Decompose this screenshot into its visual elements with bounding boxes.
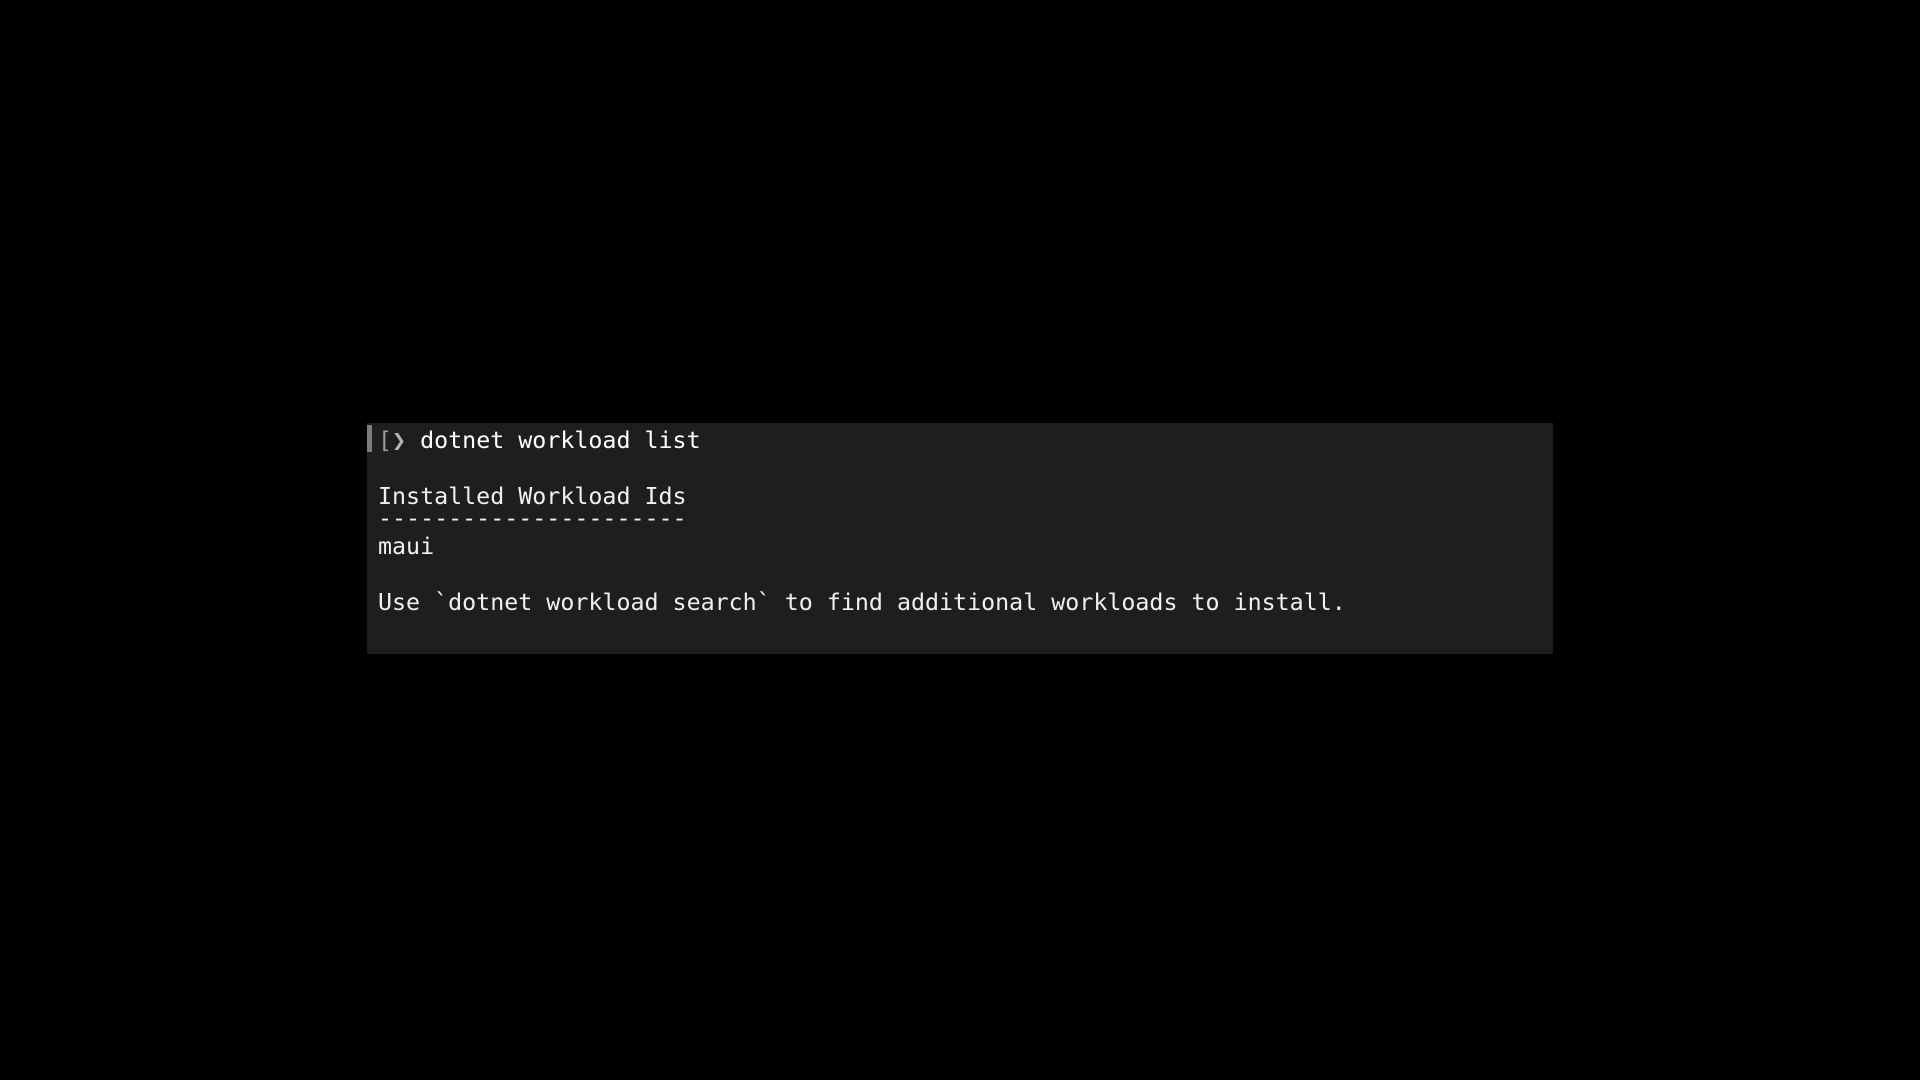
prompt-sigil-icon: [ <box>378 427 393 454</box>
workload-table-rule: ---------------------- <box>378 505 687 532</box>
workload-search-hint: Use `dotnet workload search` to find add… <box>378 589 1346 616</box>
block-cursor <box>367 425 372 452</box>
prompt-chevron-icon: ❯ <box>392 427 407 454</box>
workload-list-item: maui <box>378 533 435 560</box>
terminal-command-input[interactable]: dotnet workload list <box>406 427 701 454</box>
terminal-panel[interactable]: [❯ dotnet workload list Installed Worklo… <box>367 423 1553 654</box>
terminal-output-area[interactable]: [❯ dotnet workload list Installed Worklo… <box>378 423 1553 654</box>
desktop-backdrop: [❯ dotnet workload list Installed Worklo… <box>0 0 1920 1080</box>
terminal-prompt-row: [❯ dotnet workload list <box>378 427 701 454</box>
